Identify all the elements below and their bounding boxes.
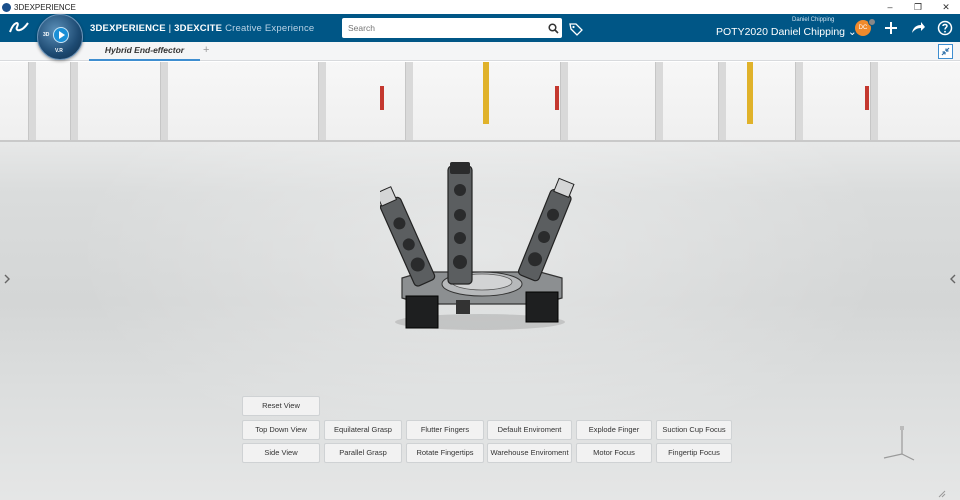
user-menu[interactable]: POTY2020 Daniel Chipping ⌄ (716, 26, 857, 38)
explode-finger-button[interactable]: Explode Finger (576, 420, 652, 440)
wall-pillar (560, 62, 568, 142)
close-button[interactable]: ✕ (932, 0, 960, 14)
wall-marker (555, 86, 559, 110)
warehouse-environment-button[interactable]: Warehouse Enviroment (487, 443, 572, 463)
minimize-button[interactable]: – (876, 0, 904, 14)
wall-pillar (318, 62, 326, 142)
brand-separator: | (165, 23, 175, 34)
share-icon[interactable] (910, 20, 926, 36)
notification-badge (868, 18, 876, 26)
fingertip-focus-button[interactable]: Fingertip Focus (656, 443, 732, 463)
default-environment-button[interactable]: Default Enviroment (487, 420, 572, 440)
add-tab-button[interactable]: + (203, 44, 209, 56)
wall-pillar (405, 62, 413, 142)
flutter-fingers-button[interactable]: Flutter Fingers (406, 420, 484, 440)
collapse-icon[interactable] (938, 44, 953, 59)
compass-3d-label: 3D (43, 32, 50, 38)
wall-marker (865, 86, 869, 110)
wall-pillar (795, 62, 803, 142)
play-icon[interactable] (53, 27, 69, 43)
help-icon[interactable] (937, 20, 953, 36)
brand-primary: 3DEXPERIENCE (90, 23, 166, 34)
wall-pillar (160, 62, 168, 142)
search-input[interactable] (342, 19, 544, 37)
tab-hybrid-end-effector[interactable]: Hybrid End-effector (89, 42, 200, 61)
yellow-column (747, 62, 753, 124)
os-titlebar: 3DEXPERIENCE – ❐ ✕ (0, 0, 960, 14)
viewer-right-arrow[interactable] (949, 273, 957, 288)
viewer-left-arrow[interactable] (3, 273, 11, 288)
brand-suffix: Creative Experience (225, 23, 315, 34)
search-box (342, 18, 562, 38)
equilateral-grasp-button[interactable]: Equilateral Grasp (324, 420, 402, 440)
3d-viewer[interactable]: Reset View Top Down View Side View Equil… (0, 62, 960, 500)
reset-view-button[interactable]: Reset View (242, 396, 320, 416)
window-title: 3DEXPERIENCE (14, 2, 76, 12)
wall-marker (380, 86, 384, 110)
warehouse-ceiling (0, 62, 960, 142)
side-view-button[interactable]: Side View (242, 443, 320, 463)
restore-button[interactable]: ❐ (904, 0, 932, 14)
user-subtitle: Daniel Chipping (792, 17, 835, 23)
tag-icon[interactable] (568, 21, 584, 37)
resize-handle-icon[interactable] (938, 490, 946, 498)
window-controls: – ❐ ✕ (876, 0, 960, 14)
brand-app: 3DEXCITE (174, 23, 223, 34)
wall-pillar (718, 62, 726, 142)
search-icon[interactable] (544, 19, 562, 37)
suction-cup-focus-button[interactable]: Suction Cup Focus (656, 420, 732, 440)
yellow-column (483, 62, 489, 124)
rotate-fingertips-button[interactable]: Rotate Fingertips (406, 443, 484, 463)
ds-logo-icon (9, 22, 29, 33)
top-down-view-button[interactable]: Top Down View (242, 420, 320, 440)
top-bar: 3DEXPERIENCE | 3DEXCITE Creative Experie… (0, 14, 960, 42)
brand-title: 3DEXPERIENCE | 3DEXCITE Creative Experie… (90, 23, 314, 34)
add-icon[interactable] (883, 20, 899, 36)
wall-pillar (70, 62, 78, 142)
parallel-grasp-button[interactable]: Parallel Grasp (324, 443, 402, 463)
dassault-logo[interactable] (8, 19, 30, 38)
wall-pillar (28, 62, 36, 142)
compass-widget[interactable]: 3D V.R (37, 14, 83, 60)
compass-version-label: V.R (55, 48, 63, 54)
axis-triad-icon[interactable] (878, 424, 918, 464)
wall-pillar (655, 62, 663, 142)
tab-bar: Hybrid End-effector + (0, 42, 960, 61)
end-effector-model[interactable] (380, 160, 580, 335)
motor-focus-button[interactable]: Motor Focus (576, 443, 652, 463)
app-logo-icon (2, 2, 11, 12)
wall-pillar (870, 62, 878, 142)
